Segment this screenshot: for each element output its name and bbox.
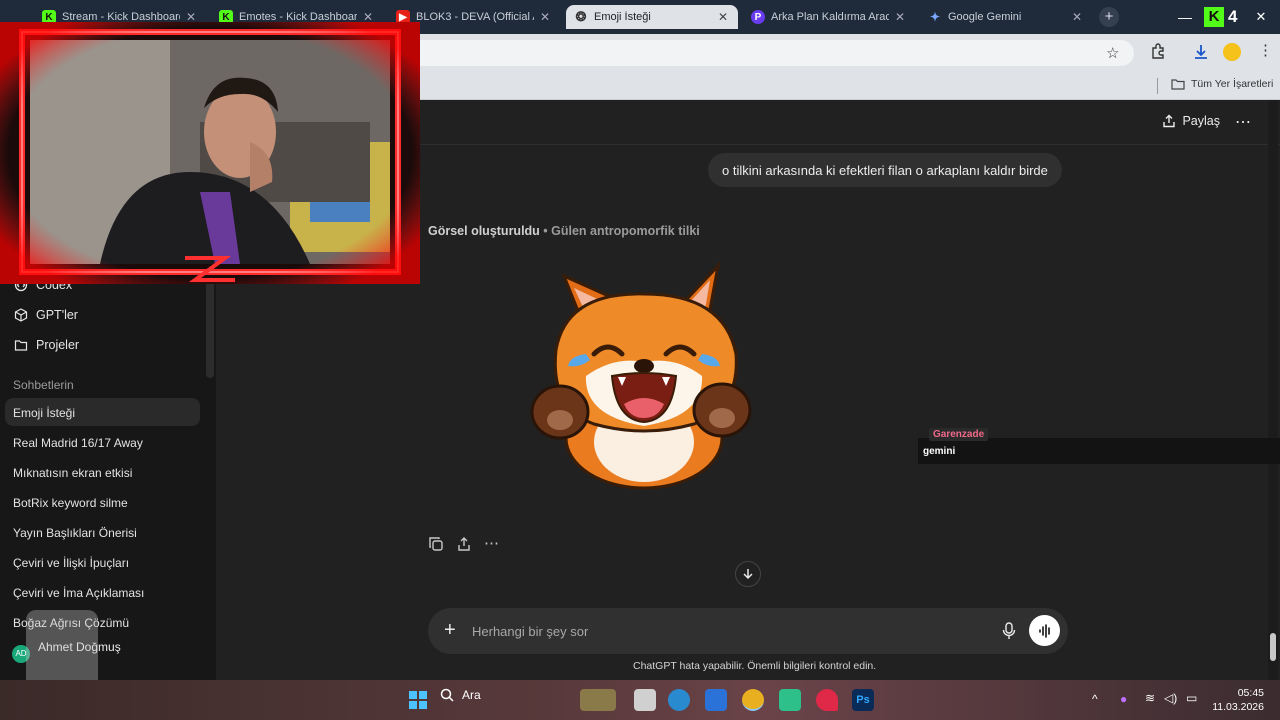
chat-item[interactable]: Mıknatısın ekran etkisi bbox=[13, 466, 132, 480]
search-icon bbox=[440, 688, 454, 702]
scrollbar-thumb[interactable] bbox=[1270, 633, 1276, 661]
image-caption-title: Görsel oluşturuldu bbox=[428, 224, 540, 238]
chat-item[interactable]: Real Madrid 16/17 Away bbox=[13, 436, 143, 450]
prompt-input[interactable] bbox=[472, 621, 952, 641]
webcam-overlay bbox=[0, 22, 420, 284]
arrow-down-icon bbox=[743, 569, 753, 580]
clock-time: 05:45 bbox=[1237, 687, 1264, 699]
composer: + bbox=[428, 608, 1068, 654]
battery-icon[interactable]: ▭ bbox=[1186, 691, 1197, 705]
main-scrollbar[interactable] bbox=[1268, 100, 1278, 680]
chat-item[interactable]: Çeviri ve İlişki İpuçları bbox=[13, 556, 129, 570]
copy-icon[interactable] bbox=[428, 536, 444, 552]
folder-icon bbox=[14, 340, 28, 351]
close-icon[interactable]: ✕ bbox=[538, 10, 552, 24]
add-attachment-icon[interactable]: + bbox=[444, 619, 456, 641]
tab-photoroom[interactable]: P Arka Plan Kaldırma Aracı: ✕ bbox=[743, 5, 915, 29]
close-window-icon[interactable]: ✕ bbox=[1242, 9, 1280, 25]
windows-taskbar: Ara Ps ^ ● ≋ ◁) ▭ 05:45 11.03.2026 bbox=[0, 680, 1280, 720]
sidebar-item-gpts[interactable]: GPT'ler bbox=[14, 308, 78, 322]
edge-icon[interactable] bbox=[668, 689, 690, 711]
sidebar-item-projects[interactable]: Projeler bbox=[14, 338, 79, 352]
chat-item[interactable]: Çeviri ve İma Açıklaması bbox=[13, 586, 144, 600]
app-icon[interactable] bbox=[779, 689, 801, 711]
sidebar-item-label: GPT'ler bbox=[36, 308, 78, 322]
kick-count: 4 bbox=[1228, 7, 1238, 26]
microphone-icon[interactable] bbox=[1002, 622, 1016, 645]
divider bbox=[1157, 78, 1158, 94]
close-icon[interactable]: ✕ bbox=[1070, 10, 1084, 24]
maps-pin-icon[interactable] bbox=[816, 689, 838, 711]
new-tab-button[interactable]: + bbox=[1099, 7, 1119, 27]
image-caption: Görsel oluşturuldu • Gülen antropomorfik… bbox=[428, 224, 700, 238]
close-icon[interactable]: ✕ bbox=[893, 10, 907, 24]
extensions-icon[interactable] bbox=[1150, 43, 1166, 64]
tab-emoji-istegi[interactable]: ❂ Emoji İsteği ✕ bbox=[566, 5, 738, 29]
image-caption-subtitle: • Gülen antropomorfik tilki bbox=[543, 224, 700, 238]
chatgpt-icon: ❂ bbox=[575, 9, 587, 24]
chat-item[interactable]: BotRix keyword silme bbox=[13, 496, 128, 510]
taskbar-search-label: Ara bbox=[462, 688, 481, 702]
photoshop-icon[interactable]: Ps bbox=[852, 689, 874, 711]
section-label-chats: Sohbetlerin bbox=[13, 378, 74, 392]
omnibox[interactable] bbox=[400, 40, 1134, 66]
wifi-icon[interactable]: ≋ bbox=[1145, 691, 1155, 705]
stream-chat-overlay bbox=[918, 438, 1280, 464]
cube-icon bbox=[14, 308, 28, 322]
chat-item[interactable]: Yayın Başlıkları Önerisi bbox=[13, 526, 137, 540]
close-icon[interactable]: ✕ bbox=[716, 10, 730, 24]
windows-start-icon[interactable] bbox=[408, 690, 428, 710]
chat-username: Garenzade bbox=[929, 428, 989, 441]
all-bookmarks[interactable]: Tüm Yer İşaretleri bbox=[1171, 78, 1273, 90]
task-view-icon[interactable] bbox=[634, 689, 656, 711]
widgets-icon[interactable] bbox=[580, 689, 616, 711]
minimize-icon[interactable]: — bbox=[1166, 9, 1204, 25]
tab-title: Google Gemini bbox=[948, 11, 1022, 23]
chrome-icon[interactable] bbox=[742, 689, 764, 711]
bookmark-star-icon[interactable]: ☆ bbox=[1106, 44, 1119, 62]
user-message-bubble: o tilkini arkasında ki efektleri filan o… bbox=[708, 153, 1062, 187]
share-icon bbox=[1163, 114, 1176, 128]
more-options-icon[interactable]: ⋯ bbox=[1235, 112, 1252, 132]
gemini-icon: ✦ bbox=[929, 10, 941, 24]
share-icon[interactable] bbox=[456, 536, 472, 552]
share-label: Paylaş bbox=[1182, 114, 1220, 128]
taskbar-search[interactable]: Ara bbox=[440, 688, 481, 702]
message-actions: ⋯ bbox=[428, 536, 499, 552]
download-icon[interactable] bbox=[1192, 43, 1210, 66]
menu-kebab-icon[interactable]: ⋮ bbox=[1258, 42, 1273, 60]
kick-overlay-badge: K 4 bbox=[1204, 7, 1242, 27]
tab-gemini[interactable]: ✦ Google Gemini ✕ bbox=[920, 5, 1092, 29]
all-bookmarks-label: Tüm Yer İşaretleri bbox=[1191, 78, 1274, 90]
photoroom-icon: P bbox=[751, 10, 765, 24]
tab-title: Emoji İsteği bbox=[594, 11, 651, 23]
window-controls: — K 4 ✕ bbox=[1166, 0, 1280, 34]
voice-waveform-icon bbox=[1038, 623, 1050, 638]
tab-title: Arka Plan Kaldırma Aracı: bbox=[771, 11, 889, 23]
store-icon[interactable] bbox=[705, 689, 727, 711]
taskbar-clock[interactable]: 05:45 11.03.2026 bbox=[1212, 686, 1264, 714]
chevron-up-icon[interactable]: ^ bbox=[1092, 692, 1098, 706]
volume-icon[interactable]: ◁) bbox=[1164, 691, 1177, 705]
profile-avatar[interactable] bbox=[1223, 43, 1241, 61]
chat-message: gemini bbox=[923, 446, 956, 457]
sidebar-item-label: Projeler bbox=[36, 338, 80, 352]
scroll-down-button[interactable] bbox=[735, 561, 761, 587]
voice-mode-button[interactable] bbox=[1029, 615, 1060, 646]
generated-fox-image[interactable] bbox=[526, 258, 756, 490]
chat-item[interactable]: Emoji İsteği bbox=[13, 406, 75, 420]
tab-title: BLOK3 - DEVA (Official Au bbox=[416, 11, 534, 23]
more-options-icon[interactable]: ⋯ bbox=[484, 536, 499, 551]
user-message-text: o tilkini arkasında ki efektleri filan o… bbox=[722, 162, 1048, 178]
kick-icon: K bbox=[1204, 7, 1224, 27]
folder-icon bbox=[1171, 79, 1185, 90]
disclaimer-text: ChatGPT hata yapabilir. Önemli bilgileri… bbox=[633, 660, 877, 672]
microphone-icon[interactable]: ● bbox=[1120, 692, 1127, 706]
share-button[interactable]: Paylaş bbox=[1162, 114, 1220, 128]
clock-date: 11.03.2026 bbox=[1212, 701, 1264, 713]
